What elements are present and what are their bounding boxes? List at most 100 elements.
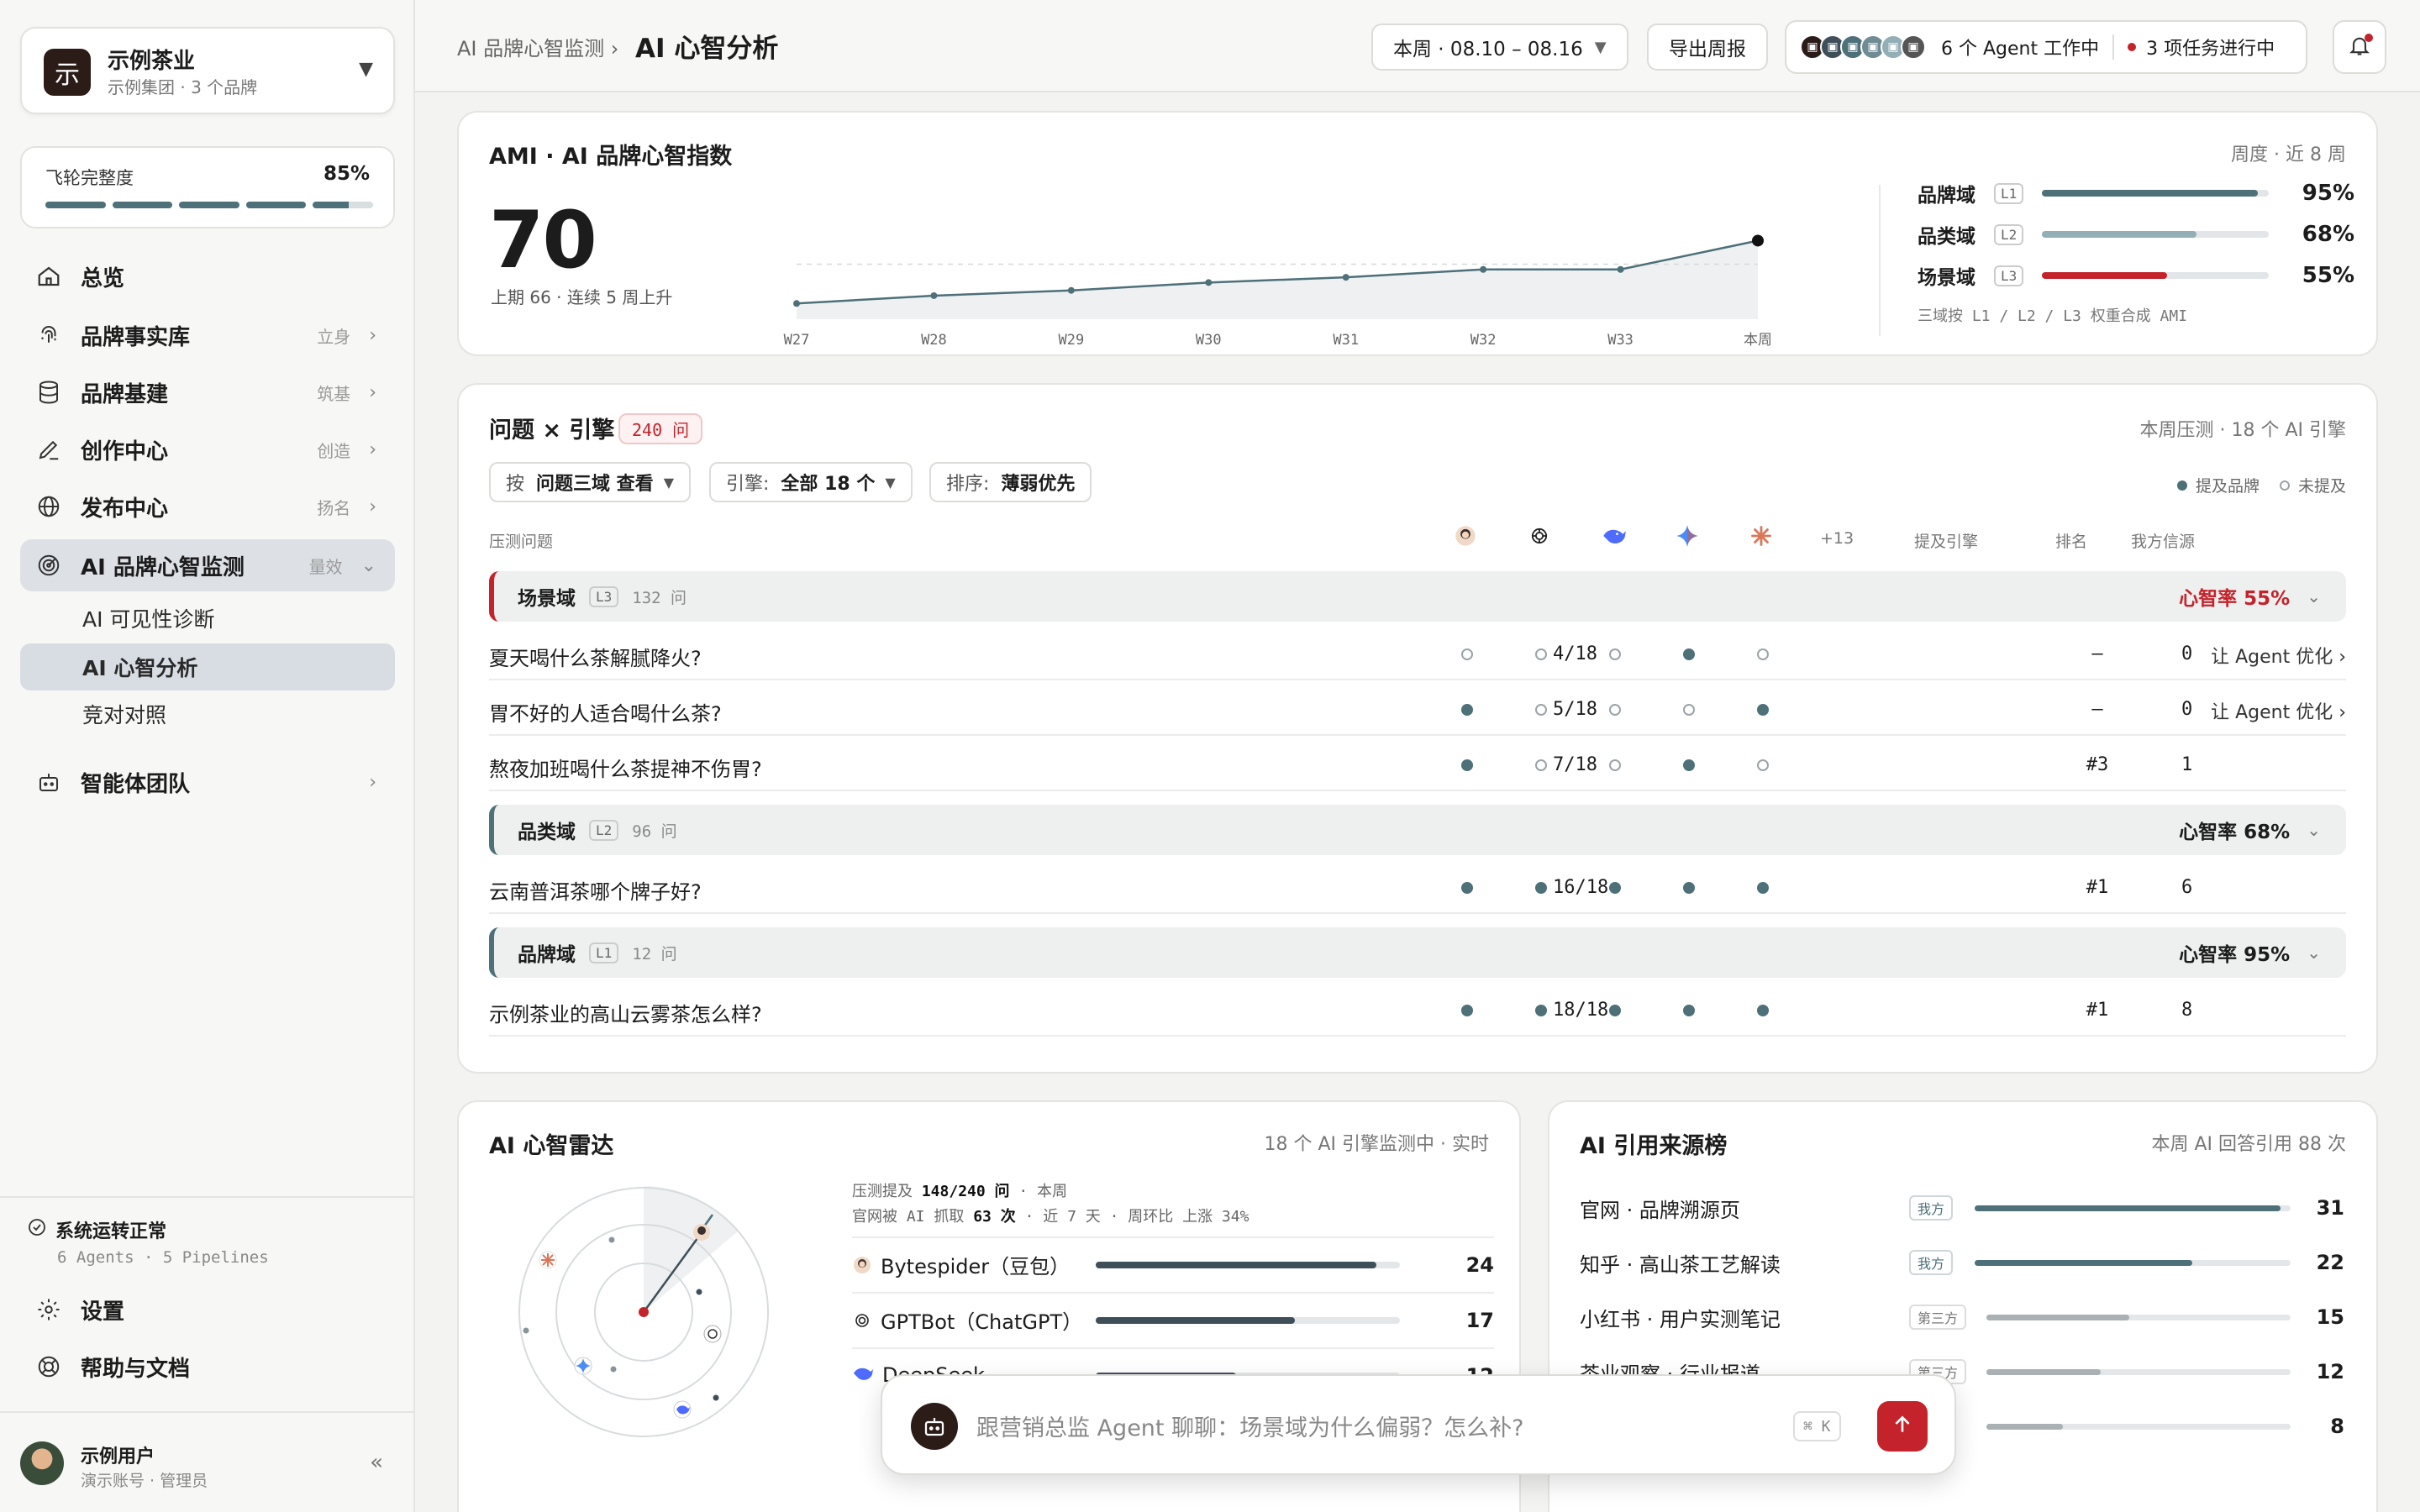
crawler-name: Bytespider（豆包）: [852, 1250, 1096, 1280]
no-mention-dot: [1757, 648, 1769, 660]
sort-filter[interactable]: 排序: 薄弱优先: [929, 462, 1092, 502]
domain-level: L1: [1994, 182, 2024, 204]
send-button[interactable]: [1877, 1401, 1928, 1452]
crawler-bar-fill: [1096, 1262, 1377, 1268]
collapse-sidebar-icon[interactable]: «: [370, 1450, 383, 1475]
question-row[interactable]: 夏天喝什么茶解腻降火? 4/18 – 0 让 Agent 优化 ›: [489, 627, 2346, 680]
mention-dot: [1683, 648, 1695, 660]
nav-brand-facts[interactable]: 品牌事实库 立身 ›: [20, 309, 395, 361]
database-icon: [34, 377, 64, 407]
source-row[interactable]: 知乎 · 高山茶工艺解读 我方 22: [1580, 1236, 2344, 1289]
legend-on-label: 提及品牌: [2195, 477, 2260, 496]
agent-optimize-button[interactable]: 让 Agent 优化 ›: [2211, 642, 2346, 669]
chevron-right-icon: ›: [369, 381, 376, 403]
nav-overview[interactable]: 总览: [20, 250, 395, 302]
source-count: 8: [2330, 1415, 2344, 1438]
domain-name: 品牌域: [1918, 185, 1975, 207]
nav-ai-mind-monitoring[interactable]: AI 品牌心智监测 量效 ⌄: [20, 539, 395, 591]
own-source-count: 8: [2181, 1000, 2193, 1021]
nav-help-docs[interactable]: 帮助与文档: [20, 1341, 395, 1393]
agent-optimize-button[interactable]: 让 Agent 优化 ›: [2211, 697, 2346, 724]
no-mention-dot: [1461, 648, 1473, 660]
source-type-badge: 我方: [1909, 1250, 1954, 1275]
domain-group-header[interactable]: 品类域 L2 96 问 心智率 68% ⌄: [489, 805, 2346, 855]
source-bar: [1986, 1423, 2291, 1430]
group-count: 96 问: [632, 822, 677, 841]
period-selector[interactable]: 本周 · 08.10 – 08.16 ▼: [1371, 24, 1628, 71]
ami-value: 70: [489, 195, 597, 286]
brand-subtitle: 示例集团 · 3 个品牌: [108, 77, 258, 97]
question-row[interactable]: 示例茶业的高山云雾茶怎么样? 18/18 #1 8: [489, 983, 2346, 1037]
notifications-button[interactable]: [2333, 20, 2386, 74]
chevron-right-icon: ›: [369, 496, 376, 517]
nav-label: 设置: [81, 1299, 125, 1325]
ami-card: AMI · AI 品牌心智指数 周度 · 近 8 周 70 上期 66 · 连续…: [457, 111, 2378, 356]
x-tick-label: W30: [1196, 332, 1222, 348]
brand-switcher[interactable]: 示 示例茶业 示例集团 · 3 个品牌 ▼: [20, 27, 395, 114]
filter-value: 问题三域 查看: [536, 474, 654, 495]
question-row[interactable]: 胃不好的人适合喝什么茶? 5/18 – 0 让 Agent 优化 ›: [489, 682, 2346, 736]
filter-key: 排序:: [946, 474, 990, 495]
agent-status-pill[interactable]: ▣ ▣ ▣ ▣ ▣ ▣ 6 个 Agent 工作中 3 项任务进行中: [1785, 20, 2307, 74]
group-by-filter[interactable]: 按问题三域 查看 ▼: [489, 462, 691, 502]
flywheel-label: 飞轮完整度: [45, 168, 134, 188]
subnav-mind-analysis[interactable]: AI 心智分析: [20, 643, 395, 690]
legend-on-dot: [2176, 480, 2187, 491]
domain-group-header[interactable]: 场景域 L3 132 问 心智率 55% ⌄: [489, 571, 2346, 622]
no-mention-dot: [1535, 704, 1547, 716]
nav-label: AI 品牌心智监测: [81, 554, 245, 580]
engine-chatgpt-icon: [1528, 524, 1551, 552]
source-bar-fill: [1975, 1205, 2281, 1211]
x-tick-label: W28: [921, 332, 947, 348]
divider: [1879, 185, 1881, 336]
avatar: [20, 1441, 64, 1485]
export-label: 导出周报: [1669, 39, 1746, 60]
nav-settings[interactable]: 设置: [20, 1284, 395, 1336]
flywheel-completeness: 飞轮完整度 85%: [20, 146, 395, 228]
col-more-engines[interactable]: +13: [1820, 529, 1854, 548]
chevron-right-icon: ›: [369, 324, 376, 346]
crawler-row[interactable]: GPTBot（ChatGPT） 17: [852, 1292, 1494, 1347]
radar-icon: [34, 550, 64, 580]
domain-bar: [2042, 231, 2270, 238]
user-profile[interactable]: 示例用户 演示账号 · 管理员 «: [0, 1411, 415, 1512]
legend-off-label: 未提及: [2297, 477, 2346, 496]
mention-count: 7/18: [1553, 754, 1597, 775]
crawler-row[interactable]: Bytespider（豆包） 24: [852, 1236, 1494, 1292]
nav-agent-team[interactable]: 智能体团队 ›: [20, 756, 395, 808]
ami-title: AMI · AI 品牌心智指数: [489, 144, 733, 170]
source-row[interactable]: 小红书 · 用户实测笔记 第三方 15: [1580, 1290, 2344, 1344]
trend-point: [1617, 265, 1624, 273]
mention-count: 5/18: [1553, 699, 1597, 720]
subnav-competitor-compare[interactable]: 竞对对照: [20, 690, 395, 738]
chat-input[interactable]: 跟营销总监 Agent 聊聊：场景域为什么偏弱？怎么补?: [976, 1410, 1523, 1442]
col-question: 压测问题: [489, 533, 554, 551]
export-report-button[interactable]: 导出周报: [1647, 24, 1768, 71]
globe-icon: [34, 491, 64, 522]
legend-off-dot: [2279, 480, 2290, 491]
source-row[interactable]: 官网 · 品牌溯源页 我方 31: [1580, 1181, 2344, 1235]
nav-brand-infra[interactable]: 品牌基建 筑基 ›: [20, 366, 395, 418]
trend-point: [1342, 274, 1349, 281]
breadcrumb[interactable]: AI 品牌心智监测 ›: [457, 32, 618, 61]
domain-pct: 68%: [2302, 222, 2354, 247]
own-source-count: 0: [2181, 699, 2193, 720]
domain-group-header[interactable]: 品牌域 L1 12 问 心智率 95% ⌄: [489, 927, 2346, 978]
crawler-name: GPTBot（ChatGPT）: [852, 1305, 1096, 1336]
agent-chat-bar[interactable]: 跟营销总监 Agent 聊聊：场景域为什么偏弱？怎么补? ⌘ K: [881, 1374, 1956, 1475]
caret-down-icon: ▼: [1594, 38, 1607, 56]
nav-creation-center[interactable]: 创作中心 创造 ›: [20, 423, 395, 475]
sources-title: AI 引用来源榜: [1580, 1133, 1728, 1159]
subnav-visibility-diagnosis[interactable]: AI 可见性诊断: [20, 595, 395, 642]
mention-dot: [1683, 882, 1695, 894]
question-row[interactable]: 云南普洱茶哪个牌子好? 16/18 #1 6: [489, 860, 2346, 914]
engine-filter[interactable]: 引擎: 全部 18 个 ▼: [709, 462, 913, 502]
group-name: 品牌域: [518, 944, 576, 966]
question-text: 熬夜加班喝什么茶提神不伤胃?: [489, 758, 762, 781]
nav-tag: 立身: [317, 326, 351, 347]
source-bar-fill: [1986, 1423, 2063, 1430]
source-bar: [1975, 1205, 2291, 1211]
question-text: 示例茶业的高山云雾茶怎么样?: [489, 1003, 762, 1026]
question-row[interactable]: 熬夜加班喝什么茶提神不伤胃? 7/18 #3 1: [489, 738, 2346, 791]
nav-publish-center[interactable]: 发布中心 扬名 ›: [20, 480, 395, 533]
